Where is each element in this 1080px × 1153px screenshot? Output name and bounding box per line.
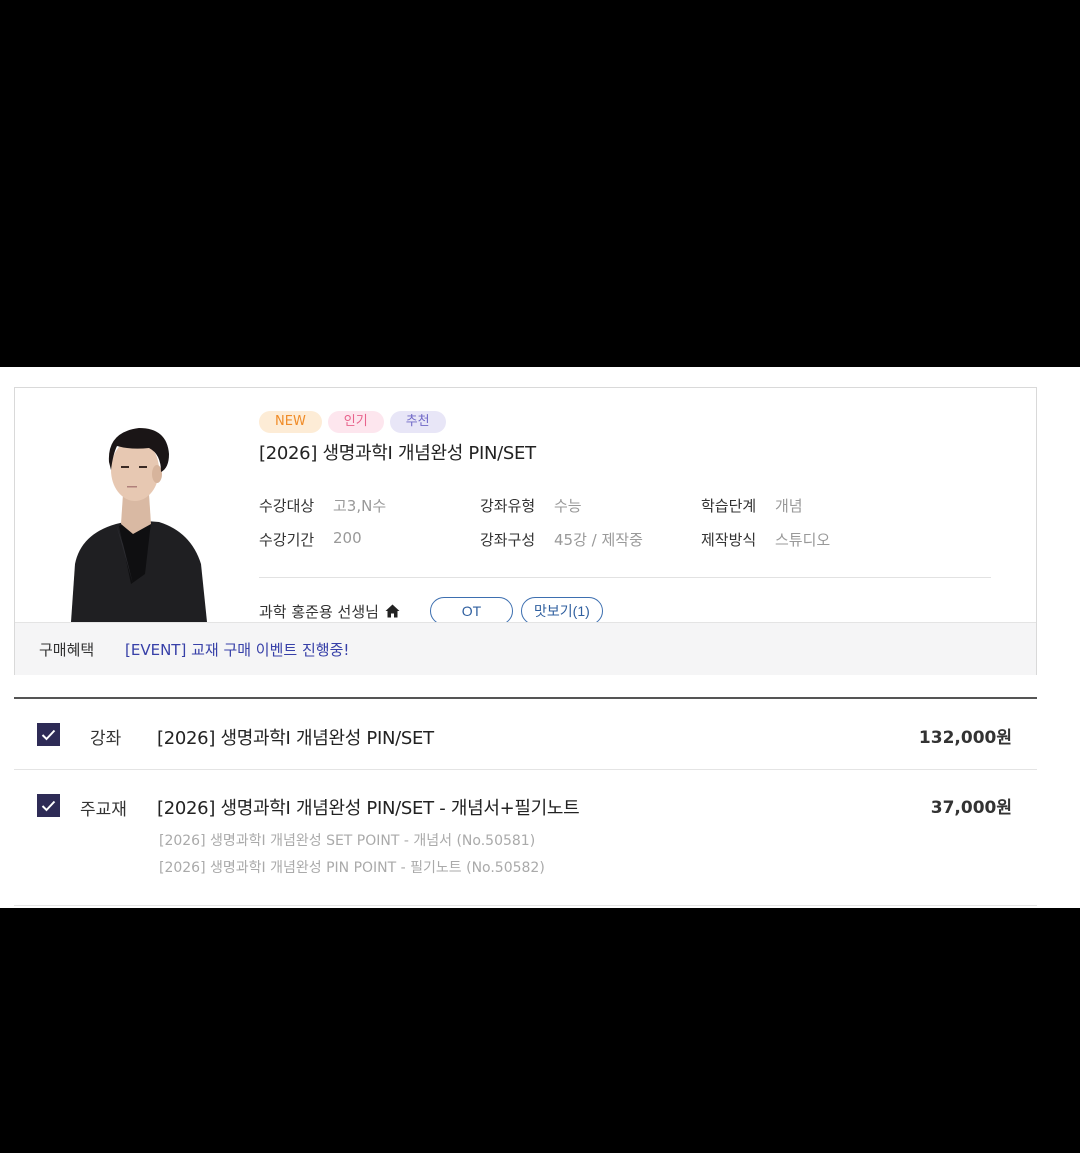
cart-list: 강좌 [2026] 생명과학I 개념완성 PIN/SET 132,000원 주교… [14, 697, 1037, 906]
home-icon[interactable] [385, 604, 400, 618]
info-level: 학습단계 개념 [701, 495, 922, 516]
teacher-photo [61, 424, 211, 622]
info-value: 수능 [554, 496, 582, 515]
info-value: 고3,N수 [333, 496, 387, 515]
course-card: NEW 인기 추천 [2026] 생명과학I 개념완성 PIN/SET 수강대상… [14, 387, 1037, 675]
info-period: 수강기간 200 [259, 529, 480, 550]
cart-row-book: 주교재 [2026] 생명과학I 개념완성 PIN/SET - 개념서+필기노트… [14, 770, 1037, 906]
book-checkbox[interactable] [37, 794, 60, 817]
info-label: 강좌구성 [480, 530, 536, 549]
teacher-name: 과학 홍준용 선생님 [259, 602, 379, 621]
cart-row-lecture: 강좌 [2026] 생명과학I 개념완성 PIN/SET 132,000원 [14, 699, 1037, 770]
info-label: 수강대상 [259, 496, 315, 515]
info-value: 개념 [775, 496, 803, 515]
info-value: 스튜디오 [775, 530, 831, 549]
info-label: 강좌유형 [480, 496, 536, 515]
check-icon [41, 800, 56, 811]
book-sub-item: [2026] 생명과학I 개념완성 SET POINT - 개념서 (No.50… [159, 833, 536, 849]
info-type: 강좌유형 수능 [480, 495, 701, 516]
info-value: 45강 / 제작중 [554, 530, 643, 549]
course-panel: NEW 인기 추천 [2026] 생명과학I 개념완성 PIN/SET 수강대상… [0, 367, 1080, 908]
check-icon [41, 729, 56, 740]
benefit-label: 구매혜택 [39, 640, 95, 659]
purchase-benefit: 구매혜택 [EVENT] 교재 구매 이벤트 진행중! [15, 622, 1036, 675]
info-production: 제작방식 스튜디오 [701, 529, 922, 550]
badge-new: NEW [259, 411, 322, 433]
badge-recommended: 추천 [389, 411, 446, 433]
info-value: 200 [333, 528, 362, 547]
lecture-checkbox[interactable] [37, 723, 60, 746]
course-title[interactable]: [2026] 생명과학I 개념완성 PIN/SET [259, 439, 536, 465]
row-type: 주교재 [80, 800, 127, 820]
info-row: 수강대상 고3,N수 강좌유형 수능 학습단계 개념 [259, 488, 991, 522]
preview-button[interactable]: 맛보기(1) [520, 597, 603, 625]
row-title: [2026] 생명과학I 개념완성 PIN/SET - 개념서+필기노트 [157, 798, 580, 819]
row-price: 37,000원 [930, 798, 1012, 818]
badge-popular: 인기 [327, 411, 384, 433]
info-label: 학습단계 [701, 496, 757, 515]
info-row: 수강기간 200 강좌구성 45강 / 제작중 제작방식 스튜디오 [259, 522, 991, 556]
row-title: [2026] 생명과학I 개념완성 PIN/SET [157, 728, 434, 749]
info-label: 수강기간 [259, 530, 315, 549]
row-type: 강좌 [90, 729, 122, 749]
ot-button[interactable]: OT [429, 597, 513, 625]
course-info: 수강대상 고3,N수 강좌유형 수능 학습단계 개념 수강기간 200 강좌구성… [259, 488, 991, 556]
benefit-event-link[interactable]: [EVENT] 교재 구매 이벤트 진행중! [125, 639, 349, 660]
info-composition: 강좌구성 45강 / 제작중 [480, 529, 701, 550]
info-target: 수강대상 고3,N수 [259, 495, 480, 516]
badge-group: NEW 인기 추천 [259, 411, 446, 433]
info-label: 제작방식 [701, 530, 757, 549]
row-price: 132,000원 [918, 728, 1012, 748]
book-sub-item: [2026] 생명과학I 개념완성 PIN POINT - 필기노트 (No.5… [159, 860, 545, 876]
divider [259, 577, 991, 578]
